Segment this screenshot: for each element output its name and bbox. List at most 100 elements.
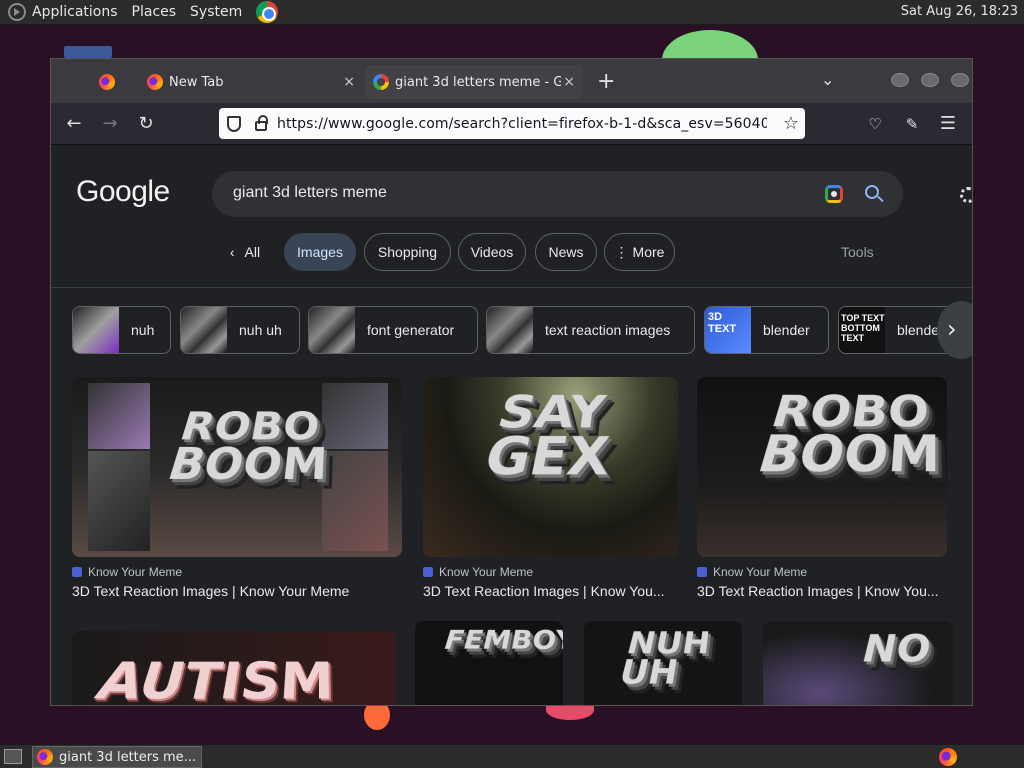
result-image[interactable]: NO: [763, 621, 953, 705]
extensions-icon[interactable]: ✎: [901, 113, 923, 135]
filter-shopping[interactable]: Shopping: [364, 233, 451, 271]
result-source[interactable]: Know Your Meme: [697, 565, 807, 579]
chip-font-generator[interactable]: font generator: [308, 306, 478, 354]
tab-google-search[interactable]: giant 3d letters meme - Goo ×: [365, 65, 583, 99]
result-source[interactable]: Know Your Meme: [423, 565, 533, 579]
image-collage-right: [322, 383, 388, 449]
new-tab-button[interactable]: +: [597, 69, 615, 94]
result-title[interactable]: 3D Text Reaction Images | Know You...: [423, 583, 673, 599]
url-bar[interactable]: https://www.google.com/search?client=fir…: [219, 108, 805, 139]
filter-label: More: [632, 244, 665, 260]
result-title[interactable]: 3D Text Reaction Images | Know You...: [697, 583, 942, 599]
image-collage-left: [88, 383, 150, 449]
google-results-page: Google giant 3d letters meme ‹ All Image…: [51, 145, 972, 705]
image-result[interactable]: ROBO BOOM Know Your Meme 3D Text Reactio…: [697, 377, 947, 605]
result-image[interactable]: ROBO BOOM: [72, 377, 402, 557]
system-menu[interactable]: System: [190, 4, 242, 20]
source-label: Know Your Meme: [439, 565, 534, 579]
result-source[interactable]: Know Your Meme: [72, 565, 182, 579]
3d-letters: ROBO BOOM: [161, 404, 329, 491]
chip-nuh-uh[interactable]: nuh uh: [180, 306, 300, 354]
menu-icon[interactable]: ☰: [937, 113, 959, 135]
forward-button[interactable]: →: [99, 113, 121, 135]
pocket-icon[interactable]: ♡: [864, 113, 886, 135]
bookmark-star-icon[interactable]: ☆: [783, 113, 799, 134]
result-image[interactable]: SAY GEX: [423, 377, 678, 557]
result-image[interactable]: ROBO BOOM: [697, 377, 947, 557]
know-your-meme-icon: [697, 567, 707, 577]
chip-thumbnail: 3D TEXT: [705, 307, 751, 353]
filter-all[interactable]: ‹ All: [219, 233, 271, 271]
tab-close-icon[interactable]: ×: [563, 74, 575, 90]
divider: [51, 287, 972, 288]
result-image[interactable]: NUH UH: [584, 621, 742, 705]
filter-news[interactable]: News: [535, 233, 597, 271]
close-window-button[interactable]: [951, 73, 969, 87]
taskbar-item-firefox[interactable]: giant 3d letters me...: [32, 746, 202, 768]
filter-videos[interactable]: Videos: [458, 233, 526, 271]
list-all-tabs-icon[interactable]: ⌄: [821, 70, 834, 89]
places-menu[interactable]: Places: [132, 4, 177, 20]
clock[interactable]: Sat Aug 26, 18:23: [901, 4, 1018, 19]
maximize-button[interactable]: [921, 73, 939, 87]
filter-more[interactable]: ⋮ More: [604, 233, 675, 271]
applications-label: Applications: [32, 4, 118, 20]
chip-thumbnail: [309, 307, 355, 353]
chip-label: font generator: [367, 322, 455, 338]
image-collage-left: [88, 451, 150, 551]
chip-thumbnail: TOP TEXT BOTTOM TEXT: [839, 307, 885, 353]
filter-images[interactable]: Images: [284, 233, 356, 271]
chip-label: nuh uh: [239, 322, 282, 338]
navigation-toolbar: ← → ↻ https://www.google.com/search?clie…: [51, 103, 972, 145]
result-image[interactable]: FEMBOY: [415, 621, 563, 705]
image-result[interactable]: NO: [763, 621, 953, 705]
firefox-window: New Tab × giant 3d letters meme - Goo × …: [50, 58, 973, 706]
google-logo[interactable]: Google: [76, 175, 170, 209]
chip-thumbnail: [73, 307, 119, 353]
image-result[interactable]: NUH UH: [584, 621, 742, 705]
chip-label: blender: [763, 322, 810, 338]
tab-bar: New Tab × giant 3d letters meme - Goo × …: [51, 59, 972, 103]
tab-pinned[interactable]: [99, 65, 123, 99]
chip-thumbnail: [181, 307, 227, 353]
result-title[interactable]: 3D Text Reaction Images | Know Your Meme: [72, 583, 402, 599]
chip-label: blende: [897, 322, 940, 338]
know-your-meme-icon: [423, 567, 433, 577]
firefox-icon: [147, 74, 163, 90]
image-result[interactable]: ROBO BOOM Know Your Meme 3D Text Reactio…: [72, 377, 402, 605]
show-desktop-icon[interactable]: [4, 749, 22, 764]
top-panel: Applications Places System Sat Aug 26, 1…: [0, 0, 1024, 25]
reload-button[interactable]: ↻: [135, 113, 157, 135]
source-label: Know Your Meme: [88, 565, 183, 579]
google-lens-icon[interactable]: [825, 185, 843, 203]
back-button[interactable]: ←: [63, 113, 85, 135]
chip-blender[interactable]: 3D TEXT blender: [704, 306, 829, 354]
applications-menu[interactable]: Applications: [8, 3, 118, 21]
3d-letters: NO: [857, 628, 934, 672]
chip-nuh[interactable]: nuh: [72, 306, 171, 354]
search-input[interactable]: giant 3d letters meme: [212, 171, 903, 217]
chip-thumbnail: [487, 307, 533, 353]
chrome-launcher-icon[interactable]: [256, 1, 279, 23]
tab-label: New Tab: [169, 74, 224, 90]
firefox-tray-icon[interactable]: [939, 748, 957, 766]
tab-close-icon[interactable]: ×: [343, 74, 355, 90]
image-result[interactable]: FEMBOY: [415, 621, 563, 705]
result-image[interactable]: AUTISM: [72, 631, 395, 705]
tab-new-tab[interactable]: New Tab ×: [145, 65, 361, 99]
taskbar-item-label: giant 3d letters me...: [59, 749, 197, 765]
image-result[interactable]: SAY GEX Know Your Meme 3D Text Reaction …: [423, 377, 678, 605]
settings-gear-icon[interactable]: [960, 187, 972, 203]
tools-button[interactable]: Tools: [841, 244, 874, 260]
image-result[interactable]: AUTISM: [72, 631, 395, 705]
url-text[interactable]: https://www.google.com/search?client=fir…: [277, 116, 767, 132]
search-icon[interactable]: [865, 185, 879, 199]
minimize-button[interactable]: [891, 73, 909, 87]
tracking-protection-icon[interactable]: [227, 115, 241, 132]
desktop-icon[interactable]: [64, 46, 112, 58]
chip-label: nuh: [131, 322, 155, 338]
lock-icon[interactable]: [255, 114, 268, 131]
chip-text-reaction-images[interactable]: text reaction images: [486, 306, 695, 354]
source-label: Know Your Meme: [713, 565, 808, 579]
search-query[interactable]: giant 3d letters meme: [233, 184, 387, 202]
